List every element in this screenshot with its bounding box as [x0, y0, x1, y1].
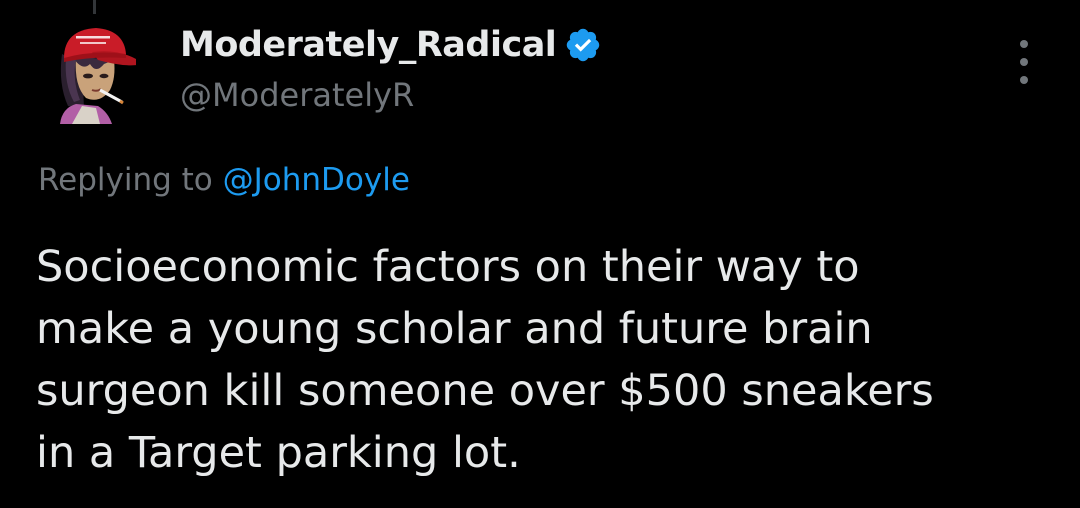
- tweet-text-line: in a Target parking lot.: [36, 428, 521, 478]
- tweet-text-line: make a young scholar and future brain: [36, 304, 873, 354]
- author-handle[interactable]: @ModeratelyR: [180, 76, 602, 114]
- author-name-row: Moderately_Radical: [180, 22, 602, 68]
- more-dot: [1020, 76, 1028, 84]
- tweet-text-line: Socioeconomic factors on their way to: [36, 242, 860, 292]
- more-dot: [1020, 58, 1028, 66]
- more-dot: [1020, 40, 1028, 48]
- tweet-header: Moderately_Radical @ModeratelyR: [180, 22, 602, 114]
- replying-to: Replying to @JohnDoyle: [38, 162, 410, 198]
- avatar[interactable]: [52, 24, 144, 124]
- reply-mention-link[interactable]: @JohnDoyle: [223, 162, 410, 198]
- tweet-text-line: surgeon kill someone over $500 sneakers: [36, 366, 934, 416]
- more-options-icon[interactable]: [1012, 40, 1036, 84]
- replying-to-prefix: Replying to: [38, 162, 213, 198]
- verified-badge-icon: [567, 28, 600, 62]
- author-display-name[interactable]: Moderately_Radical: [180, 25, 557, 65]
- tweet-text: Socioeconomic factors on their way to ma…: [36, 236, 1056, 484]
- avatar-image: [60, 28, 144, 124]
- thread-connector-line: [93, 0, 96, 14]
